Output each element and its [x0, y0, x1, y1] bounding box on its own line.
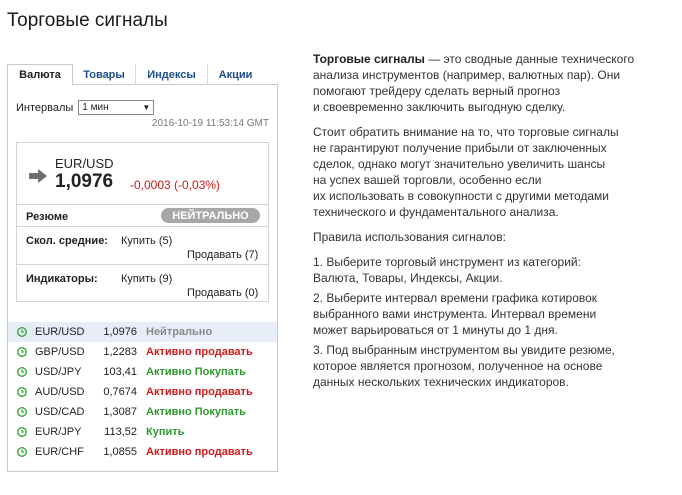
moving-averages-row: Скол. средние: Купить (5) Продавать (7) — [17, 227, 268, 265]
instrument-price: 0,7674 — [103, 386, 137, 398]
instrument-price: 1,3087 — [103, 406, 137, 418]
instrument-symbol: USD/JPY — [35, 366, 82, 378]
rules-heading: Правила использования сигналов: — [313, 230, 506, 244]
clock-icon — [17, 327, 27, 337]
warning-line: технического и фундаментального анализа. — [313, 205, 559, 219]
interval-select[interactable]: 1 мин ▼ — [78, 100, 155, 115]
clock-icon — [17, 367, 27, 377]
warning-paragraph: Стоит обратить внимание на то, что торго… — [313, 124, 653, 220]
indicators-row: Индикаторы: Купить (9) Продавать (0) — [17, 265, 268, 303]
moving-averages-sell: Продавать (7) — [187, 249, 259, 261]
quote-pair: EUR/USD — [55, 156, 114, 171]
indicators-buy: Купить (9) — [121, 273, 173, 285]
instrument-row[interactable]: EUR/CHF 1,0855 Активно продавать — [8, 442, 277, 462]
instrument-row[interactable]: USD/CAD 1,3087 Активно Покупать — [8, 402, 277, 422]
warning-line: сделок, однако могут значительно увеличи… — [313, 157, 606, 171]
moving-averages-label: Скол. средние: — [26, 235, 108, 247]
instrument-symbol: EUR/CHF — [35, 446, 84, 458]
intro-line: анализа инструментов (например, валютных… — [313, 68, 621, 82]
tab-currency[interactable]: Валюта — [7, 64, 73, 86]
tab-stocks[interactable]: Акции — [208, 64, 263, 85]
clock-icon — [17, 407, 27, 417]
page-title: Торговые сигналы — [7, 10, 168, 31]
instrument-signal: Активно продавать — [146, 446, 253, 458]
interval-row: Интервалы 1 мин ▼ — [16, 100, 155, 115]
rule-2: 2. Выберите интервал времени графика кот… — [313, 290, 653, 338]
rule-1: 1. Выберите торговый инструмент из катег… — [313, 254, 653, 286]
instrument-signal: Активно Покупать — [146, 366, 246, 378]
instrument-price: 113,52 — [104, 426, 137, 438]
indicators-sell: Продавать (0) — [187, 287, 259, 299]
moving-averages-buy: Купить (5) — [121, 235, 173, 247]
instrument-row[interactable]: AUD/USD 0,7674 Активно продавать — [8, 382, 277, 402]
instrument-price: 103,41 — [103, 366, 137, 378]
signal-summary-box: EUR/USD 1,0976 -0,0003 (-0,03%) Резюме Н… — [16, 142, 269, 302]
summary-badge: НЕЙТРАЛЬНО — [161, 208, 260, 223]
interval-value: 1 мин — [82, 102, 109, 113]
chevron-down-icon: ▼ — [142, 103, 151, 112]
summary-label: Резюме — [26, 211, 69, 223]
clock-icon — [17, 427, 27, 437]
interval-label: Интервалы — [16, 101, 74, 114]
summary-row: Резюме НЕЙТРАЛЬНО — [17, 205, 268, 227]
instrument-symbol: EUR/JPY — [35, 426, 82, 438]
clock-icon — [17, 447, 27, 457]
rule-line: 3. Под выбранным инструментом вы увидите… — [313, 343, 615, 357]
instrument-signal: Нейтрально — [146, 326, 213, 338]
instrument-row[interactable]: EUR/JPY 113,52 Купить — [8, 422, 277, 442]
tab-indices[interactable]: Индексы — [136, 64, 208, 85]
instrument-price: 1,2283 — [103, 346, 137, 358]
description-column: Торговые сигналы — это сводные данные те… — [313, 51, 653, 399]
instrument-signal: Активно продавать — [146, 346, 253, 358]
intro-line: — это сводные данные технического — [424, 52, 635, 66]
warning-line: Стоит обратить внимание на то, что торго… — [313, 125, 619, 139]
instrument-row[interactable]: GBP/USD 1,2283 Активно продавать — [8, 342, 277, 362]
quote-change: -0,0003 (-0,03%) — [130, 178, 221, 192]
signals-panel: Интервалы 1 мин ▼ 2016-10-19 11:53:14 GM… — [7, 85, 278, 472]
intro-paragraph: Торговые сигналы — это сводные данные те… — [313, 51, 653, 115]
timestamp: 2016-10-19 11:53:14 GMT — [151, 118, 269, 129]
intro-line: помогают трейдеру сделать верный прогноз — [313, 84, 561, 98]
rule-line: 1. Выберите торговый инструмент из катег… — [313, 255, 581, 269]
instrument-price: 1,0855 — [103, 446, 137, 458]
arrow-right-icon — [29, 169, 47, 183]
instrument-list: EUR/USD 1,0976 Нейтрально GBP/USD 1,2283… — [8, 322, 277, 462]
rule-line: Валюта, Товары, Индексы, Акции. — [313, 271, 503, 285]
instrument-signal: Активно Покупать — [146, 406, 246, 418]
instrument-signal: Активно продавать — [146, 386, 253, 398]
clock-icon — [17, 387, 27, 397]
quote-block: EUR/USD 1,0976 -0,0003 (-0,03%) — [17, 143, 268, 205]
instrument-price: 1,0976 — [103, 326, 137, 338]
category-tabs: Валюта Товары Индексы Акции — [7, 64, 278, 86]
warning-line: их использовать в совокупности с другими… — [313, 189, 609, 203]
rule-3: 3. Под выбранным инструментом вы увидите… — [313, 342, 653, 390]
intro-term: Торговые сигналы — [313, 52, 425, 66]
rule-line: которое является прогнозом, полученное н… — [313, 359, 603, 373]
indicators-label: Индикаторы: — [26, 273, 98, 285]
instrument-row[interactable]: EUR/USD 1,0976 Нейтрально — [8, 322, 277, 342]
tab-commodities[interactable]: Товары — [73, 64, 136, 85]
rule-line: 2. Выберите интервал времени графика кот… — [313, 291, 598, 305]
clock-icon — [17, 347, 27, 357]
instrument-signal: Купить — [146, 426, 185, 438]
rule-line: выбранного вами инструмента. Интервал вр… — [313, 307, 597, 321]
trading-signals-widget: Валюта Товары Индексы Акции Интервалы 1 … — [7, 64, 278, 472]
warning-line: не гарантируют получение прибыли от закл… — [313, 141, 607, 155]
warning-line: на успех вашей торговли, особенно если — [313, 173, 542, 187]
rule-line: данных нескольких технических индикаторо… — [313, 375, 569, 389]
quote-price: 1,0976 — [55, 171, 114, 192]
intro-line: и своевременно заключить выгодную сделку… — [313, 100, 566, 114]
instrument-row[interactable]: USD/JPY 103,41 Активно Покупать — [8, 362, 277, 382]
rule-line: может варьироваться от 1 минуты до 1 дня… — [313, 323, 558, 337]
